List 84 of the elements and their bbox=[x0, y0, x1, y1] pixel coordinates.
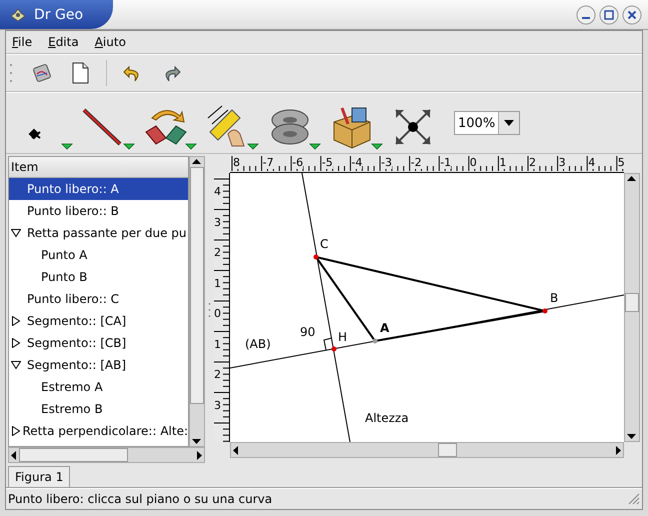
ruler-label: 0 bbox=[214, 308, 221, 320]
collapsed-icon[interactable] bbox=[11, 316, 21, 326]
point-label: A bbox=[380, 321, 390, 335]
segment-ab[interactable] bbox=[374, 310, 546, 342]
tree-item[interactable]: Punto libero:: A bbox=[9, 178, 188, 200]
vertical-scrollbar[interactable] bbox=[624, 173, 640, 442]
menu-item[interactable]: Edita bbox=[48, 35, 79, 49]
vertical-scrollbar[interactable] bbox=[189, 156, 205, 447]
line-ab[interactable] bbox=[230, 294, 624, 368]
expanded-icon[interactable] bbox=[11, 360, 21, 370]
tree-item[interactable]: Segmento:: [AB] bbox=[9, 354, 188, 376]
menu-item[interactable]: Aiuto bbox=[94, 35, 126, 49]
tree-item[interactable]: Punto A bbox=[9, 244, 188, 266]
scroll-down-icon[interactable] bbox=[625, 431, 638, 441]
ruler-label: 3 bbox=[558, 156, 566, 169]
ruler-label: 1 bbox=[214, 278, 221, 290]
perpendicular-line[interactable] bbox=[302, 173, 350, 442]
ruler-label: 2 bbox=[214, 247, 221, 259]
close-icon[interactable] bbox=[622, 4, 642, 24]
scroll-thumb[interactable] bbox=[190, 167, 204, 404]
segment-ca[interactable] bbox=[315, 256, 376, 342]
expanded-icon[interactable] bbox=[11, 228, 21, 238]
collapsed-icon[interactable] bbox=[11, 338, 21, 348]
scroll-left-icon[interactable] bbox=[231, 444, 241, 456]
minimize-icon[interactable] bbox=[576, 4, 596, 24]
window-title: Dr Geo bbox=[34, 6, 84, 22]
ruler-label: -2 bbox=[410, 156, 422, 169]
tree-item[interactable]: Retta passante per due pu bbox=[9, 222, 188, 244]
point-label: C bbox=[320, 237, 328, 251]
ruler-label: 2 bbox=[214, 369, 221, 381]
maximize-icon[interactable] bbox=[599, 4, 619, 24]
ruler-label: 3 bbox=[214, 400, 221, 412]
zoom-combo[interactable]: 100% bbox=[454, 111, 520, 135]
line-label: (AB) bbox=[245, 337, 271, 351]
figure-tab[interactable]: Figura 1 bbox=[8, 466, 70, 487]
scroll-right-icon[interactable] bbox=[194, 448, 204, 462]
ruler-label: 1 bbox=[214, 338, 221, 350]
ruler-label: 4 bbox=[214, 186, 221, 198]
point-marker[interactable] bbox=[542, 308, 548, 314]
point-marker[interactable] bbox=[332, 346, 336, 352]
app-icon bbox=[10, 8, 26, 22]
tree-item[interactable]: Punto B bbox=[9, 266, 188, 288]
column-header[interactable]: Item bbox=[9, 157, 188, 178]
horizontal-scrollbar[interactable] bbox=[230, 442, 624, 458]
ruler-label: -5 bbox=[322, 156, 333, 169]
tree-item[interactable]: Estremo A bbox=[9, 376, 188, 398]
point-marker[interactable] bbox=[314, 254, 318, 260]
altitude-label: Altezza bbox=[365, 411, 409, 425]
resize-grip-icon[interactable] bbox=[628, 493, 640, 505]
menu-item[interactable]: File bbox=[12, 35, 32, 49]
status-text: Punto libero: clicca sul piano o su una curva bbox=[8, 492, 272, 506]
scroll-thumb[interactable] bbox=[625, 292, 639, 312]
ruler-label: 1 bbox=[499, 156, 506, 169]
horizontal-scrollbar[interactable] bbox=[8, 447, 205, 463]
tree-item[interactable]: Punto libero:: C bbox=[9, 288, 188, 310]
ruler-label: 5 bbox=[618, 156, 624, 169]
scroll-thumb[interactable] bbox=[19, 448, 128, 462]
collapsed-icon[interactable] bbox=[11, 426, 21, 436]
right-angle-mark bbox=[323, 338, 332, 350]
ruler-label: -7 bbox=[262, 156, 274, 169]
dropdown-arrow-icon[interactable] bbox=[504, 120, 514, 126]
ruler-label: 0 bbox=[470, 156, 477, 169]
ruler-label: 4 bbox=[588, 156, 596, 169]
ruler-label: 3 bbox=[214, 216, 221, 228]
ruler-label: -1 bbox=[440, 156, 452, 169]
tree-item[interactable]: Segmento:: [CB] bbox=[9, 332, 188, 354]
ruler-label: -3 bbox=[381, 156, 392, 169]
scroll-right-icon[interactable] bbox=[613, 444, 623, 456]
point-label: B bbox=[550, 291, 558, 305]
angle-label: 90 bbox=[300, 325, 316, 339]
tree-item[interactable]: Segmento:: [CA] bbox=[9, 310, 188, 332]
ruler-label: 8 bbox=[233, 156, 240, 169]
ruler-label: -4 bbox=[351, 156, 362, 169]
point-label: H bbox=[338, 330, 348, 344]
tree-item[interactable]: Retta perpendicolare:: Alte: bbox=[9, 420, 188, 442]
scroll-thumb[interactable] bbox=[438, 443, 457, 457]
ruler-label: 2 bbox=[529, 156, 536, 169]
tree-item[interactable]: Punto libero:: B bbox=[9, 200, 188, 222]
grip-handle[interactable] bbox=[8, 61, 14, 85]
scroll-up-icon[interactable] bbox=[625, 174, 638, 184]
ruler-label: -6 bbox=[292, 156, 304, 169]
segment-cb[interactable] bbox=[316, 256, 546, 312]
point-marker[interactable] bbox=[372, 338, 378, 344]
tree-item[interactable]: Estremo B bbox=[9, 398, 188, 420]
